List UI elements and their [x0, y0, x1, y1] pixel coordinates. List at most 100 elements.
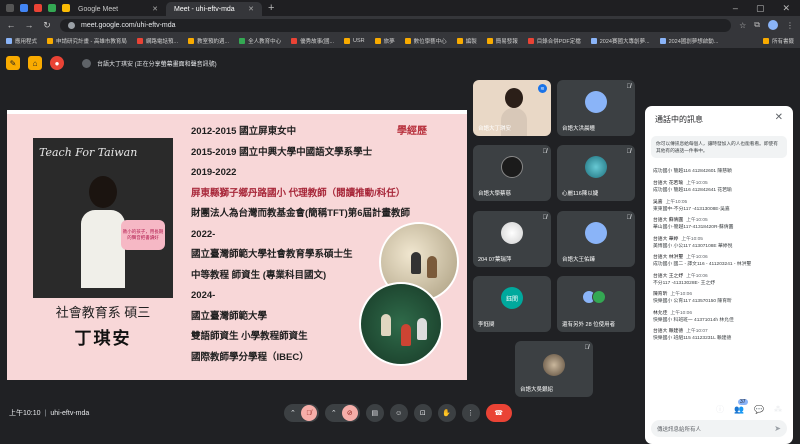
participant-avatar [585, 91, 607, 114]
more-avatars-stack [582, 290, 606, 305]
bookmark-item[interactable]: USR [344, 38, 365, 44]
minimize-icon[interactable]: – [733, 3, 738, 14]
emoji-button[interactable]: ☺ [389, 404, 408, 422]
bookmark-item[interactable]: 全人教育中心 [239, 37, 281, 45]
bookmark-item[interactable]: 網路電話預... [136, 37, 178, 45]
camera-toggle-button[interactable]: ⌃ ⊘ [324, 404, 360, 422]
participant-tile[interactable]: 🎙̸ 台語大王佑臻 [557, 211, 635, 267]
pinned-tab-icon[interactable] [62, 4, 70, 12]
participant-tile[interactable]: 🎙̸ 204 07葉瑞萍 [473, 211, 551, 267]
mic-options-icon[interactable]: ⌃ [290, 409, 296, 417]
activities-icon[interactable]: ⁂ [774, 405, 782, 414]
participant-avatar [585, 156, 607, 179]
raise-hand-button[interactable]: ✋ [437, 404, 456, 422]
hangup-icon: ☎ [494, 410, 504, 417]
chat-message: 陳育昕 上午10:06 快樂國小 公育117 413570150 陳育昕 [653, 292, 732, 304]
hangup-button[interactable]: ☎ [485, 404, 512, 422]
present-button[interactable]: ⊡ [413, 404, 432, 422]
close-window-icon[interactable]: ✕ [782, 3, 790, 14]
camera-options-icon[interactable]: ⌃ [331, 409, 337, 417]
speaking-indicator-icon: ≋ [538, 84, 547, 93]
bookmark-item[interactable]: 優秀故事(國... [291, 37, 334, 45]
bookmark-item[interactable]: 申請研究計畫 - 高雄市教育局 [47, 37, 127, 45]
pinned-tab-icon[interactable] [48, 4, 56, 12]
resume-line: 2015-2019 國立中興大學中國語文學系學士 [191, 146, 373, 158]
bookmark-item[interactable]: 2024國創夢想啟動... [659, 37, 718, 45]
folder-icon [374, 38, 381, 44]
activities-icon[interactable]: ⌂ [28, 56, 42, 70]
pinned-tab-icon[interactable] [20, 4, 28, 12]
folder-icon [344, 38, 351, 44]
chat-message: 台語大 賴建德 上午10:07 快樂國小 班組115 41123231L 賴建德 [653, 329, 732, 341]
participant-count-badge: 37 [738, 399, 748, 405]
participant-tile[interactable]: 🎙̸ 台語大吳銀紹 [515, 341, 593, 397]
camera-off-icon[interactable]: ⊘ [341, 405, 358, 421]
raise-hand-icon: ✋ [442, 410, 452, 417]
chat-icon[interactable]: 💬 [754, 405, 764, 414]
site-info-icon[interactable] [68, 21, 75, 29]
classroom-photo-2 [359, 282, 443, 366]
back-icon[interactable]: ← [6, 20, 16, 30]
participant-avatar [501, 222, 523, 245]
captions-button[interactable]: ▤ [365, 404, 384, 422]
browser-menu-icon[interactable]: ⋮ [786, 21, 794, 30]
close-tab-icon[interactable]: ✕ [248, 5, 254, 13]
pinned-tab-icon[interactable] [6, 4, 14, 12]
bookmark-item[interactable]: 目錄合併PDF定檔 [527, 37, 581, 45]
mic-toggle-button[interactable]: ⌃ 🎙̸ [284, 404, 319, 422]
bookmark-favicon-icon [239, 38, 246, 44]
browser-tab-active[interactable]: Meet - uhi-eftv-mda ✕ [0, 2, 262, 56]
person-figure [81, 176, 125, 288]
meet-control-bar: 上午10:10 | uhi-eftv-mda ⌃ 🎙̸ ⌃ ⊘ ▤ ☺ ⊡ ✋ ⋮ ☎ … [0, 399, 800, 430]
profile-avatar[interactable] [768, 20, 778, 30]
people-button[interactable]: 👥 37 [734, 399, 748, 414]
participant-tile[interactable]: 鈺閔 李鈺閔 [473, 276, 551, 332]
extensions-icon[interactable]: ⧉ [754, 20, 760, 30]
url-omnibox[interactable]: meet.google.com/uhi-eftv-mda [60, 18, 732, 32]
bookmark-item[interactable]: 教室預約週... [188, 37, 229, 45]
bookmark-item[interactable]: 應用程式 [6, 37, 37, 45]
participant-tile-self[interactable]: ≋ 台語大丁琪安 [473, 80, 551, 136]
maximize-icon[interactable]: ▢ [756, 3, 765, 14]
bookmark-item[interactable]: 簡易發報 [486, 37, 518, 45]
close-tab-icon[interactable]: ✕ [152, 5, 158, 13]
forward-icon[interactable]: → [24, 20, 34, 30]
close-panel-icon[interactable]: ✕ [775, 112, 783, 123]
bookmark-favicon-icon [659, 38, 666, 44]
more-participants-label: 還有另外 28 位使用者 [562, 322, 616, 328]
note-icon[interactable]: ✎ [6, 56, 20, 70]
bookmark-item[interactable]: 旅夢 [374, 37, 395, 45]
bookmark-star-icon[interactable]: ☆ [739, 21, 746, 30]
bookmark-item[interactable]: 2024賽國大專創夢... [590, 37, 650, 45]
presenting-banner: 台語大丁琪安 (正在分享螢幕畫面和聲音訊號) [82, 58, 217, 68]
mic-off-icon[interactable]: 🎙̸ [300, 405, 317, 421]
participant-tile[interactable]: 🎙̸ 台語大洪晨瞳 [557, 80, 635, 136]
participant-name: 李鈺閔 [478, 322, 495, 328]
more-participants-tile[interactable]: 還有另外 28 位使用者 [557, 276, 635, 332]
mic-muted-icon: 🎙̸ [542, 215, 548, 221]
participant-tile[interactable]: 🎙̸ 心麗116陳以婕 [557, 145, 635, 201]
side-controls: ⓘ 👥 37 💬 ⁂ [716, 399, 782, 415]
bookmark-item[interactable]: 數位學藝中心 [404, 37, 447, 45]
participant-tile[interactable]: 🎙̸ 台語大學蔡慈 [473, 145, 551, 201]
reload-icon[interactable]: ↻ [42, 20, 52, 31]
info-icon[interactable]: ⓘ [716, 404, 724, 415]
recording-icon[interactable]: ● [50, 56, 64, 70]
folder-icon [456, 38, 463, 44]
participant-name: 台語大洪晨瞳 [562, 126, 596, 132]
pinned-tab-icon[interactable] [34, 4, 42, 12]
more-vertical-icon: ⋮ [467, 410, 475, 417]
all-bookmarks[interactable]: 所有書籤 [762, 37, 794, 45]
mic-muted-icon: 🎙̸ [584, 345, 590, 351]
department-text: 社會教育系 碩三 [55, 305, 151, 320]
browser-tab[interactable]: Google Meet ✕ [0, 2, 166, 56]
people-icon: 👥 [734, 405, 744, 414]
new-tab-button[interactable]: + [262, 2, 280, 14]
chat-message: 台語大 花若瑜 上午10:05 成功國小 簡越116 412842641 花若瑜 [653, 181, 732, 193]
bookmark-item[interactable]: 編製 [456, 37, 477, 45]
more-options-button[interactable]: ⋮ [461, 404, 480, 422]
chat-panel: 通話中的訊息 ✕ 你可以傳訊息給每個人，讓時發加入的人也能看看。即使有其他有的通… [645, 106, 793, 444]
tab-title: Meet - uhi-eftv-mda [174, 5, 235, 13]
present-icon: ⊡ [419, 410, 426, 417]
call-controls: ⌃ 🎙̸ ⌃ ⊘ ▤ ☺ ⊡ ✋ ⋮ ☎ [284, 404, 512, 422]
